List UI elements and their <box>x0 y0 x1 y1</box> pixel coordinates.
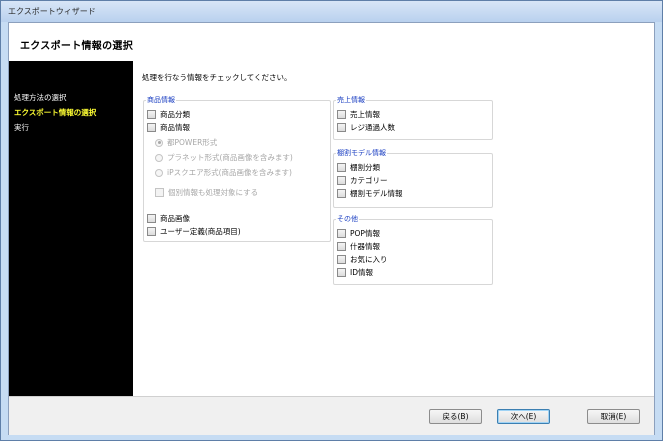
checkbox-label: 棚割分類 <box>350 163 380 172</box>
shelf-category-checkbox[interactable]: 棚割分類 <box>337 162 380 173</box>
window-title: エクスポートウィザード <box>8 7 96 16</box>
checkbox-box[interactable] <box>337 110 346 119</box>
shelf-model-checkbox[interactable]: 棚割モデル情報 <box>337 188 403 199</box>
checkbox-label: 売上情報 <box>350 110 380 119</box>
sales-info-group-label: 売上情報 <box>336 95 366 105</box>
checkbox-label: POP情報 <box>350 229 380 238</box>
product-image-checkbox[interactable]: 商品画像 <box>147 213 190 224</box>
radio-label: iPスクエア形式(商品画像を含みます) <box>167 168 292 177</box>
other-group-label: その他 <box>336 214 359 224</box>
wizard-content: 処理を行なう情報をチェックしてください。 商品情報 商品分類 商品情報 都POW… <box>133 61 654 396</box>
checkbox-label: 商品情報 <box>160 123 190 132</box>
page-title: エクスポート情報の選択 <box>20 41 133 52</box>
radio-button[interactable] <box>155 168 163 177</box>
checkbox-box[interactable] <box>147 227 156 236</box>
product-category-checkbox[interactable]: 商品分類 <box>147 109 190 120</box>
checkbox-box[interactable] <box>155 188 164 197</box>
shelf-model-group-label: 棚割モデル情報 <box>336 148 387 158</box>
radio-label: 都POWER形式 <box>167 138 218 147</box>
checkbox-label: 商品画像 <box>160 214 190 223</box>
checkbox-label: お気に入り <box>350 255 388 264</box>
wizard-client-area: エクスポート情報の選択 処理方法の選択 エクスポート情報の選択 実行 処理を行な… <box>8 22 655 435</box>
category-checkbox[interactable]: カテゴリー <box>337 175 388 186</box>
format-radio-power[interactable]: 都POWER形式 <box>155 137 217 148</box>
fixtures-info-checkbox[interactable]: 什器情報 <box>337 241 380 252</box>
checkbox-box[interactable] <box>337 176 346 185</box>
next-button[interactable]: 次へ(E) <box>497 409 550 424</box>
product-info-group-label: 商品情報 <box>146 95 176 105</box>
step-select-method: 処理方法の選択 <box>14 93 67 102</box>
format-radio-planet[interactable]: プラネット形式(商品画像を含みます) <box>155 152 293 163</box>
radio-label: プラネット形式(商品画像を含みます) <box>167 153 293 162</box>
id-info-checkbox[interactable]: ID情報 <box>337 267 373 278</box>
checkbox-box[interactable] <box>147 214 156 223</box>
user-defined-checkbox[interactable]: ユーザー定義(商品項目) <box>147 226 241 237</box>
step-execute: 実行 <box>14 123 29 132</box>
checkbox-label: ユーザー定義(商品項目) <box>160 227 241 236</box>
register-count-checkbox[interactable]: レジ通過人数 <box>337 122 395 133</box>
checkbox-box[interactable] <box>337 242 346 251</box>
sales-info-checkbox[interactable]: 売上情報 <box>337 109 380 120</box>
back-button[interactable]: 戻る(B) <box>429 409 482 424</box>
checkbox-box[interactable] <box>337 268 346 277</box>
favorites-checkbox[interactable]: お気に入り <box>337 254 388 265</box>
checkbox-label: ID情報 <box>350 268 373 277</box>
checkbox-box[interactable] <box>337 163 346 172</box>
wizard-steps-sidebar: 処理方法の選択 エクスポート情報の選択 実行 <box>9 61 133 396</box>
wizard-footer: 戻る(B) 次へ(E) 取消(E) <box>9 396 654 435</box>
checkbox-label: 棚割モデル情報 <box>350 189 403 198</box>
radio-button[interactable] <box>155 153 163 162</box>
checkbox-box[interactable] <box>337 255 346 264</box>
format-radio-ipsquare[interactable]: iPスクエア形式(商品画像を含みます) <box>155 167 292 178</box>
sales-info-group <box>333 100 493 140</box>
checkbox-box[interactable] <box>147 110 156 119</box>
cancel-button[interactable]: 取消(E) <box>587 409 640 424</box>
individual-info-checkbox[interactable]: 個別情報も処理対象にする <box>155 187 258 198</box>
radio-button[interactable] <box>155 138 163 147</box>
checkbox-label: カテゴリー <box>350 176 388 185</box>
product-info-checkbox[interactable]: 商品情報 <box>147 122 190 133</box>
checkbox-label: 商品分類 <box>160 110 190 119</box>
checkbox-box[interactable] <box>337 189 346 198</box>
checkbox-box[interactable] <box>337 123 346 132</box>
checkbox-box[interactable] <box>147 123 156 132</box>
step-select-export-info: エクスポート情報の選択 <box>14 108 97 117</box>
export-wizard-window: エクスポートウィザード エクスポート情報の選択 処理方法の選択 エクスポート情報… <box>0 0 663 441</box>
title-bar[interactable]: エクスポートウィザード <box>1 1 662 22</box>
checkbox-label: 個別情報も処理対象にする <box>168 188 259 197</box>
wizard-header: エクスポート情報の選択 <box>9 23 654 62</box>
checkbox-label: レジ通過人数 <box>350 123 395 132</box>
checkbox-box[interactable] <box>337 229 346 238</box>
checkbox-label: 什器情報 <box>350 242 380 251</box>
pop-info-checkbox[interactable]: POP情報 <box>337 228 380 239</box>
instruction-text: 処理を行なう情報をチェックしてください。 <box>142 73 292 82</box>
